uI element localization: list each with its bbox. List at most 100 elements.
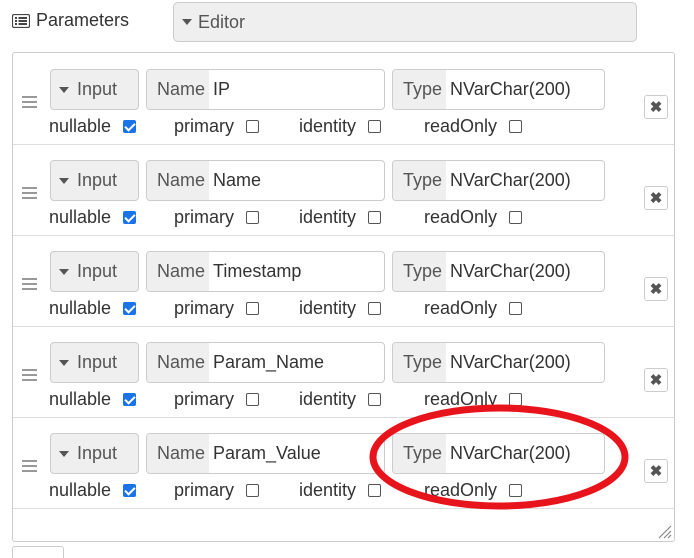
primary-label: primary [174,298,235,318]
type-value[interactable]: NVarChar(200) [446,434,571,473]
name-value[interactable]: Timestamp [209,252,301,291]
primary-checkbox[interactable] [246,484,260,497]
identity-label: identity [299,480,357,500]
remove-row-button[interactable]: ✖ [644,186,668,210]
nullable-checkbox[interactable] [123,393,137,406]
name-addon-label: Name [147,343,210,382]
nullable-label: nullable [49,298,112,318]
primary-flag[interactable]: primary [174,116,260,137]
drag-handle-icon[interactable] [22,278,37,293]
close-icon: ✖ [649,372,663,389]
name-value[interactable]: Name [209,161,261,200]
readonly-checkbox[interactable] [509,211,523,224]
remove-row-button[interactable]: ✖ [644,95,668,119]
nullable-flag[interactable]: nullable [49,116,137,137]
type-input[interactable]: Type NVarChar(200) [392,433,605,474]
primary-flag[interactable]: primary [174,298,260,319]
type-input[interactable]: Type NVarChar(200) [392,251,605,292]
readonly-checkbox[interactable] [509,302,523,315]
add-button[interactable] [12,546,64,558]
identity-checkbox[interactable] [368,302,382,315]
remove-row-button[interactable]: ✖ [644,277,668,301]
readonly-flag[interactable]: readOnly [424,116,523,137]
editor-select[interactable]: Editor [173,2,637,42]
nullable-flag[interactable]: nullable [49,298,137,319]
type-input[interactable]: Type NVarChar(200) [392,342,605,383]
name-input[interactable]: Name IP [146,69,385,110]
primary-checkbox[interactable] [246,302,260,315]
flag-group: nullable primary identity readOnly [49,116,549,138]
name-input[interactable]: Name Name [146,160,385,201]
identity-flag[interactable]: identity [299,116,382,137]
type-value[interactable]: NVarChar(200) [446,70,571,109]
identity-checkbox[interactable] [368,484,382,497]
drag-handle-icon[interactable] [22,369,37,384]
identity-checkbox[interactable] [368,211,382,224]
readonly-flag[interactable]: readOnly [424,298,523,319]
parameter-row: Input Name IP Type NVarChar(200) nullable prim… [13,53,674,145]
drag-handle-icon[interactable] [22,96,37,111]
readonly-flag[interactable]: readOnly [424,480,523,501]
direction-select[interactable]: Input [50,251,139,292]
identity-flag[interactable]: identity [299,207,382,228]
caret-down-icon [59,86,69,93]
identity-flag[interactable]: identity [299,389,382,410]
name-input[interactable]: Name Timestamp [146,251,385,292]
drag-handle-icon[interactable] [22,460,37,475]
readonly-label: readOnly [424,116,498,136]
direction-value: Input [77,79,118,99]
remove-row-button[interactable]: ✖ [644,459,668,483]
nullable-flag[interactable]: nullable [49,207,137,228]
readonly-flag[interactable]: readOnly [424,207,523,228]
readonly-checkbox[interactable] [509,120,523,133]
type-addon-label: Type [393,434,447,473]
primary-label: primary [174,207,235,227]
toolbar: Parameters Editor [0,0,694,50]
nullable-checkbox[interactable] [123,120,137,133]
nullable-checkbox[interactable] [123,484,137,497]
type-input[interactable]: Type NVarChar(200) [392,160,605,201]
primary-flag[interactable]: primary [174,207,260,228]
nullable-label: nullable [49,207,112,227]
readonly-checkbox[interactable] [509,393,523,406]
nullable-label: nullable [49,116,112,136]
list-icon [12,13,30,28]
primary-flag[interactable]: primary [174,389,260,410]
identity-checkbox[interactable] [368,120,382,133]
direction-select[interactable]: Input [50,69,139,110]
type-value[interactable]: NVarChar(200) [446,343,571,382]
identity-flag[interactable]: identity [299,480,382,501]
direction-select[interactable]: Input [50,342,139,383]
name-addon-label: Name [147,70,210,109]
type-value[interactable]: NVarChar(200) [446,161,571,200]
type-input[interactable]: Type NVarChar(200) [392,69,605,110]
readonly-flag[interactable]: readOnly [424,389,523,410]
caret-down-icon [59,177,69,184]
nullable-flag[interactable]: nullable [49,389,137,410]
drag-handle-icon[interactable] [22,187,37,202]
direction-select[interactable]: Input [50,433,139,474]
parameter-row: Input Name Timestamp Type NVarChar(200) nulla… [13,235,674,327]
resize-grip-icon[interactable] [656,523,672,539]
direction-select[interactable]: Input [50,160,139,201]
identity-flag[interactable]: identity [299,298,382,319]
parameters-tab[interactable]: Parameters [12,10,129,31]
direction-value: Input [77,443,118,463]
primary-flag[interactable]: primary [174,480,260,501]
nullable-flag[interactable]: nullable [49,480,137,501]
remove-row-button[interactable]: ✖ [644,368,668,392]
identity-label: identity [299,389,357,409]
name-value[interactable]: Param_Name [209,343,324,382]
nullable-checkbox[interactable] [123,302,137,315]
identity-checkbox[interactable] [368,393,382,406]
primary-checkbox[interactable] [246,211,260,224]
primary-checkbox[interactable] [246,393,260,406]
name-input[interactable]: Name Param_Value [146,433,385,474]
name-value[interactable]: IP [209,70,230,109]
name-input[interactable]: Name Param_Name [146,342,385,383]
nullable-checkbox[interactable] [123,211,137,224]
name-value[interactable]: Param_Value [209,434,321,473]
primary-checkbox[interactable] [246,120,260,133]
readonly-checkbox[interactable] [509,484,523,497]
type-value[interactable]: NVarChar(200) [446,252,571,291]
